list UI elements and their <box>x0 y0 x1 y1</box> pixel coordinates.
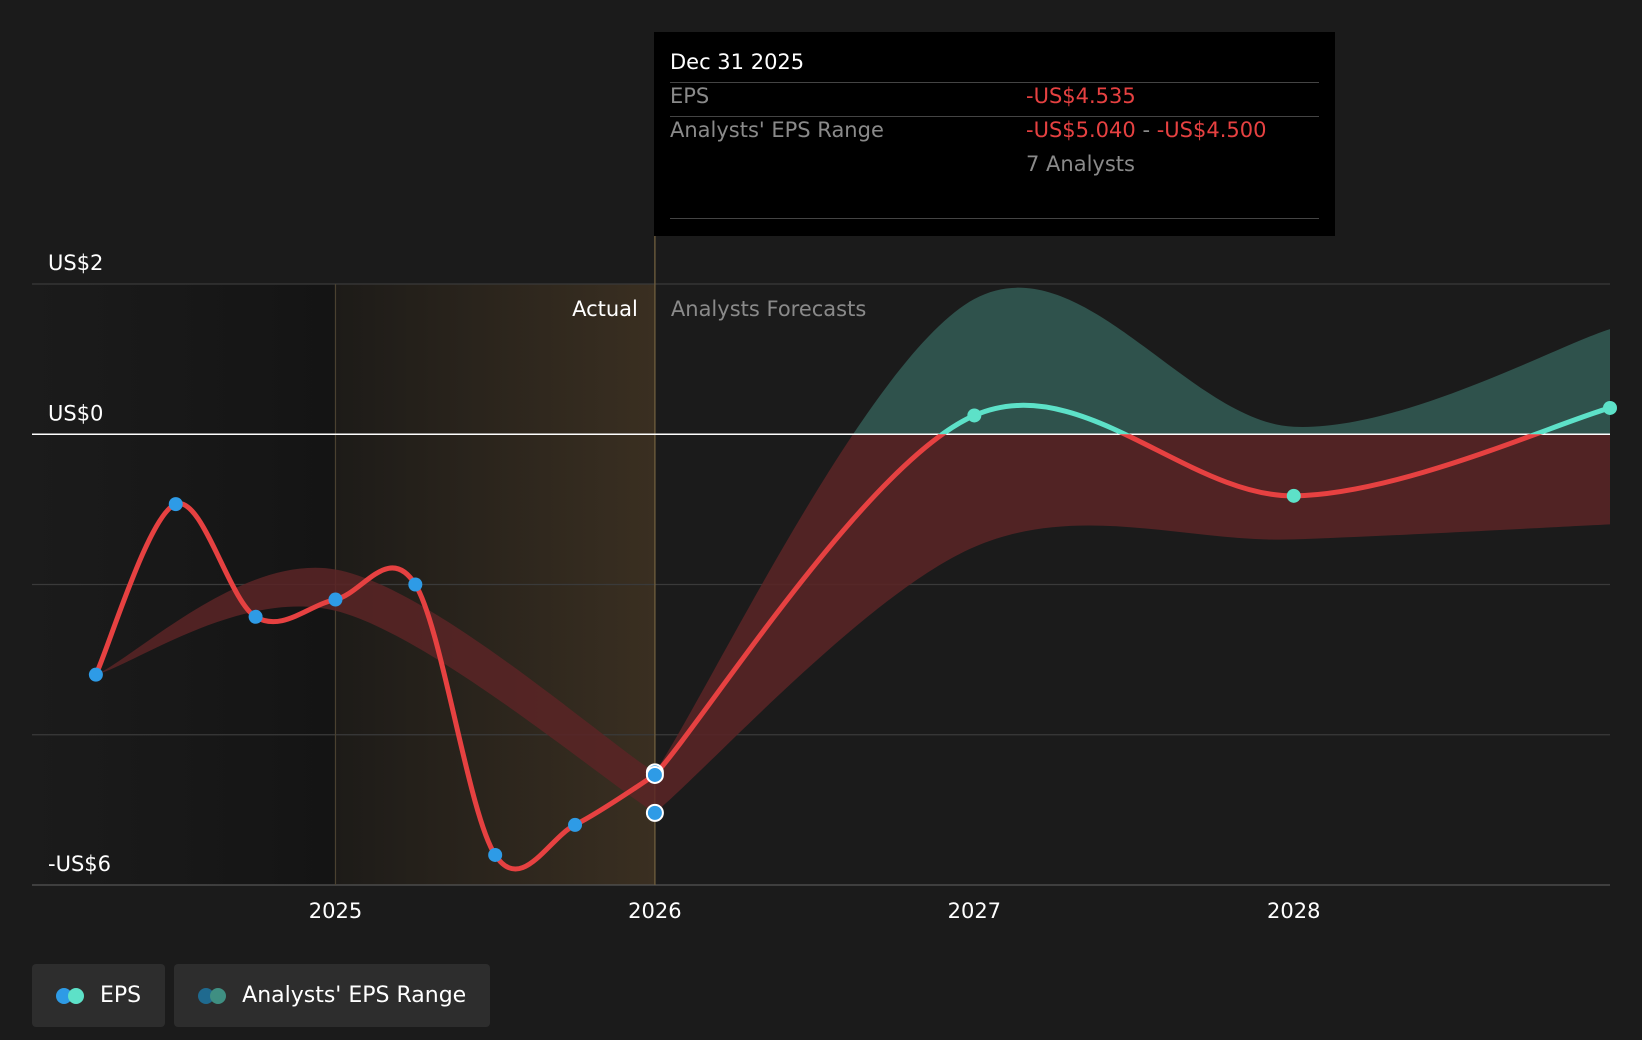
eps-point-actual <box>168 497 183 512</box>
legend-label: EPS <box>100 983 142 1008</box>
tooltip-date: Dec 31 2025 <box>670 50 805 74</box>
y-tick-label: US$2 <box>48 251 103 275</box>
x-tick-label: 2025 <box>309 899 362 923</box>
x-tick-label: 2027 <box>948 899 1001 923</box>
tooltip-analysts-count: 7 Analysts <box>1026 152 1135 176</box>
legend-item-eps[interactable]: EPS <box>32 964 166 1027</box>
eps-point-forecast <box>1286 488 1301 503</box>
tooltip-eps-value: -US$4.535 <box>1026 84 1136 108</box>
tooltip-eps-label: EPS <box>670 84 710 108</box>
legend-dot-range-forecast <box>210 987 227 1004</box>
legend: EPS Analysts' EPS Range <box>32 964 491 1027</box>
tooltip-divider <box>670 218 1319 219</box>
eps-point-actual <box>88 667 103 682</box>
actual-section-label: Actual <box>572 297 638 321</box>
tooltip-divider <box>670 116 1319 117</box>
y-tick-label: US$0 <box>48 401 103 425</box>
tooltip-range-label: Analysts' EPS Range <box>670 118 884 142</box>
eps-point-forecast <box>1603 400 1617 415</box>
x-tick-label: 2026 <box>628 899 681 923</box>
eps-range-legend-icon <box>198 987 228 1004</box>
eps-point-actual <box>408 577 423 592</box>
forecast-section-label: Analysts Forecasts <box>671 297 866 321</box>
tooltip-range-value: -US$5.040 - -US$4.500 <box>1026 118 1266 142</box>
eps-highlight-point <box>645 765 664 784</box>
eps-legend-icon <box>56 987 86 1004</box>
eps-point-actual <box>248 609 263 624</box>
eps-point-forecast <box>967 408 982 423</box>
y-tick-label: -US$6 <box>48 852 111 876</box>
legend-label: Analysts' EPS Range <box>242 983 467 1008</box>
legend-item-eps-range[interactable]: Analysts' EPS Range <box>174 964 491 1027</box>
tooltip-divider <box>670 82 1319 83</box>
eps-point-actual <box>568 817 583 832</box>
eps-point-actual <box>328 592 343 607</box>
tooltip-range-low: -US$5.040 <box>1026 118 1136 142</box>
eps-range-highlight-point <box>645 803 664 822</box>
eps-point-actual <box>488 847 503 862</box>
tooltip-range-separator: - <box>1142 118 1151 142</box>
tooltip-range-high: -US$4.500 <box>1156 118 1267 142</box>
x-tick-label: 2028 <box>1267 899 1320 923</box>
legend-dot-forecast <box>68 987 84 1004</box>
tooltip: Dec 31 2025 EPS -US$4.535 Analysts' EPS … <box>654 32 1335 236</box>
